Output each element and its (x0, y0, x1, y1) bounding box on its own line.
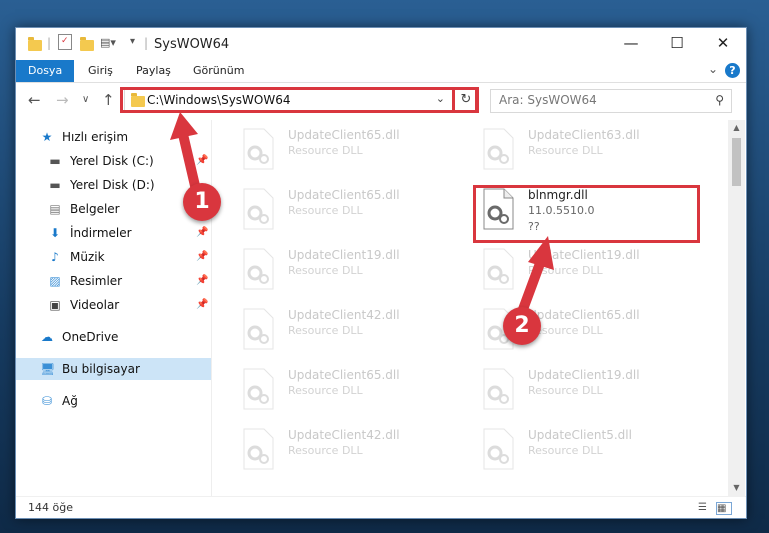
annotation-arrows (170, 112, 554, 317)
step-1-callout: 1 (183, 183, 221, 221)
arrow-1 (170, 112, 201, 195)
arrow-2 (517, 236, 554, 317)
step-2-callout: 2 (503, 307, 541, 345)
